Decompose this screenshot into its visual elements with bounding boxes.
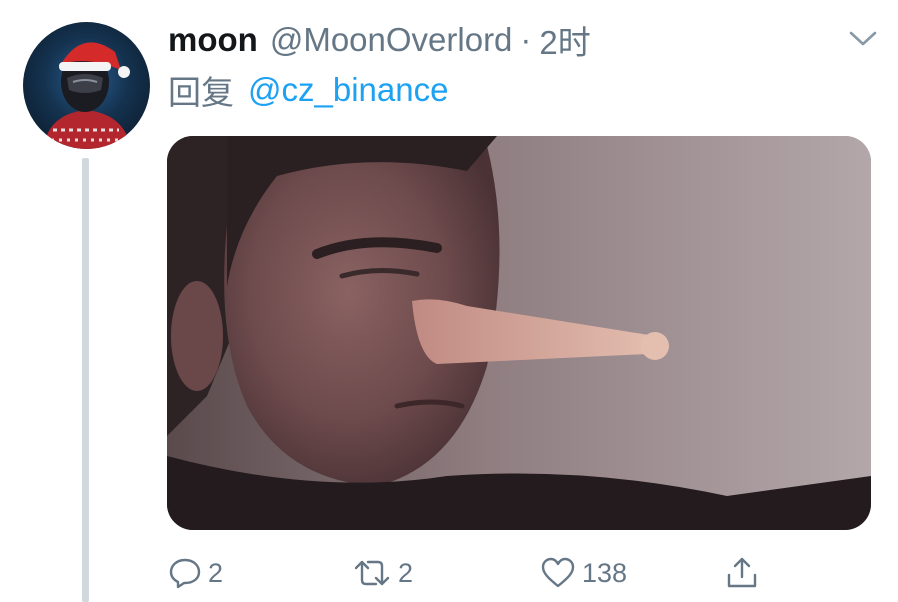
author-handle[interactable]: @MoonOverlord — [270, 21, 513, 59]
share-button[interactable] — [724, 552, 760, 594]
media-photo — [167, 136, 871, 530]
avatar[interactable] — [23, 22, 150, 149]
like-button[interactable]: 138 — [540, 552, 627, 594]
retweet-count: 2 — [398, 557, 414, 588]
retweet-arrows-icon — [354, 560, 390, 586]
speech-bubble-icon — [169, 558, 201, 589]
retweet-button[interactable]: 2 — [352, 552, 413, 594]
tweet-header: moon @MoonOverlord · 2时 — [168, 18, 591, 62]
heart-icon — [541, 557, 575, 588]
chevron-down-icon — [849, 31, 877, 46]
author-display-name[interactable]: moon — [168, 21, 258, 59]
reply-prefix-label: 回复 — [168, 74, 234, 111]
avatar-image — [43, 42, 131, 149]
tweet-media-image[interactable] — [167, 136, 871, 530]
thread-connector-line — [82, 158, 89, 602]
tweet-menu-button[interactable] — [846, 26, 880, 50]
share-upload-icon — [727, 557, 757, 588]
like-count: 138 — [582, 557, 628, 588]
tweet-action-bar: 2 2 138 — [168, 552, 868, 594]
reply-button[interactable]: 2 — [168, 552, 223, 594]
tweet-timestamp[interactable]: 2时 — [539, 16, 590, 64]
reply-count: 2 — [208, 557, 224, 588]
separator-dot: · — [520, 21, 532, 58]
reply-context: 回复 @cz_binance — [168, 68, 448, 112]
reply-to-mention-link[interactable]: @cz_binance — [248, 71, 448, 109]
